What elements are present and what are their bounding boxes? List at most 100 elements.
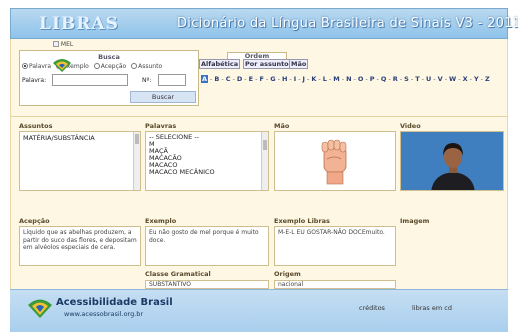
interpreter-video-frame <box>401 132 503 190</box>
alphabet-separator: - <box>232 75 235 83</box>
order-by-subject-button[interactable]: Por assunto <box>243 59 291 69</box>
alphabet-letter-r[interactable]: R <box>393 75 398 83</box>
palavras-header: Palavras <box>145 122 177 130</box>
origem-text: nacional <box>274 280 396 289</box>
video-header: Video <box>400 122 421 130</box>
order-title: Ordem <box>227 52 287 59</box>
alphabet-letter-m[interactable]: M <box>333 75 339 83</box>
classe-text: SUBSTANTIVO <box>145 280 269 289</box>
libras-em-cd-link[interactable]: libras em cd <box>412 304 452 312</box>
alphabet-separator: - <box>399 75 403 83</box>
palavra-input[interactable] <box>52 74 128 86</box>
palavras-scrollbar[interactable] <box>261 132 268 190</box>
alphabet-letter-j[interactable]: J <box>303 75 305 83</box>
acepcao-text: Líquido que as abelhas produzem, a parti… <box>19 226 141 266</box>
radio-assunto[interactable]: Assunto <box>131 63 162 70</box>
radio-acepcao[interactable]: Acepção <box>93 63 126 70</box>
search-panel-title: Busca <box>98 53 120 61</box>
main-panel: Busca Palavra Exemplo Acepção Assunto Pa… <box>10 39 508 289</box>
origem-header: Origem <box>274 270 301 278</box>
exemplo-text: Eu não gosto de mel porque é muito doce. <box>145 226 269 266</box>
order-by-hand-button[interactable]: Mão <box>289 59 309 69</box>
acepcao-header: Acepção <box>19 217 50 225</box>
assuntos-scrollbar[interactable] <box>133 132 140 190</box>
alphabet-separator: - <box>410 75 414 83</box>
exemplo-header: Exemplo <box>145 217 177 225</box>
numero-label: Nº: <box>142 77 152 84</box>
hand-shape-icon <box>321 139 347 185</box>
alphabet-letter-i[interactable]: I <box>294 75 296 83</box>
list-item[interactable]: MACACO MECÂNICO <box>146 169 268 176</box>
alphabet-letter-a[interactable]: A <box>201 75 209 83</box>
video-player[interactable] <box>400 131 504 191</box>
palavra-label: Palavra: <box>22 77 47 84</box>
alphabet-letter-o[interactable]: O <box>358 75 364 83</box>
alphabet-separator: - <box>255 75 258 83</box>
broken-image-icon <box>53 41 59 47</box>
alphabet-index: A-B-C-D-E-F-G-H-I-J-K-L-M-N-O-P-Q-R-S-T-… <box>201 75 492 83</box>
alphabet-separator: - <box>341 75 345 83</box>
alphabet-letter-g[interactable]: G <box>270 75 275 83</box>
alphabet-letter-z[interactable]: Z <box>485 75 490 83</box>
alphabet-letter-n[interactable]: N <box>346 75 351 83</box>
order-panel: Ordem Alfabética Por assunto Mão <box>199 52 311 72</box>
alphabet-separator: - <box>376 75 379 83</box>
exemplo-libras-header: Exemplo Libras <box>274 217 330 225</box>
palavras-list[interactable]: -- SELECIONE -- M MAÇÃ MACACÃO MACACO MA… <box>145 131 269 191</box>
exemplo-libras-text: M-E-L EU GOSTAR-NÃO DOCEmuito. <box>274 226 396 266</box>
alphabet-letter-h[interactable]: H <box>282 75 287 83</box>
footer-brand[interactable]: Acessibilidade Brasil <box>56 297 173 308</box>
creditos-link[interactable]: créditos <box>359 304 385 312</box>
alphabet-separator: - <box>306 75 310 83</box>
footer-url[interactable]: www.acessobrasil.org.br <box>64 310 143 318</box>
alphabet-separator: - <box>388 75 391 83</box>
classe-header: Classe Gramatical <box>145 270 211 278</box>
alphabet-letter-t[interactable]: T <box>415 75 419 83</box>
acessibilidade-brasil-logo-icon[interactable] <box>26 297 54 319</box>
alphabet-separator: - <box>298 75 301 83</box>
alphabet-letter-b[interactable]: B <box>214 75 219 83</box>
alphabet-letter-f[interactable]: F <box>259 75 263 83</box>
alphabet-separator: - <box>365 75 368 83</box>
alphabet-letter-s[interactable]: S <box>404 75 409 83</box>
alphabet-letter-x[interactable]: X <box>463 75 468 83</box>
hand-shape-panel <box>274 131 396 191</box>
search-panel: Busca Palavra Exemplo Acepção Assunto Pa… <box>19 50 199 106</box>
numero-input[interactable] <box>158 74 186 86</box>
alphabet-separator: - <box>265 75 269 83</box>
alphabet-separator: - <box>328 75 332 83</box>
assuntos-header: Assuntos <box>19 122 53 130</box>
alphabet-separator: - <box>444 75 448 83</box>
alphabet-separator: - <box>277 75 280 83</box>
app-title: Dicionário da Língua Brasileira de Sinai… <box>177 16 518 31</box>
alphabet-separator: - <box>318 75 321 83</box>
alphabet-letter-u[interactable]: U <box>426 75 431 83</box>
list-item[interactable]: -- SELECIONE -- <box>146 134 268 141</box>
alphabet-letter-q[interactable]: Q <box>381 75 387 83</box>
order-alphabetic-button[interactable]: Alfabética <box>199 59 241 69</box>
search-button[interactable]: Buscar <box>130 91 196 103</box>
app-logo: LIBRAS <box>39 14 119 34</box>
alphabet-letter-y[interactable]: Y <box>474 75 479 83</box>
imagem-header: Imagem <box>400 217 430 225</box>
alphabet-separator: - <box>244 75 247 83</box>
alphabet-letter-p[interactable]: P <box>370 75 375 83</box>
alphabet-separator: - <box>210 75 213 83</box>
alphabet-letter-c[interactable]: C <box>226 75 231 83</box>
alphabet-letter-d[interactable]: D <box>237 75 242 83</box>
alphabet-separator: - <box>353 75 356 83</box>
alphabet-separator: - <box>480 75 484 83</box>
alphabet-letter-e[interactable]: E <box>249 75 253 83</box>
alphabet-separator: - <box>289 75 292 83</box>
alphabet-letter-l[interactable]: L <box>323 75 327 83</box>
alphabet-letter-w[interactable]: W <box>449 75 456 83</box>
assunto-item[interactable]: MATÉRIA/SUBSTÂNCIA <box>23 134 137 142</box>
imagem-alt-text: MEL <box>60 41 74 48</box>
alphabet-letter-v[interactable]: V <box>438 75 443 83</box>
alphabet-separator: - <box>458 75 461 83</box>
search-type-radios: Palavra Exemplo Acepção Assunto <box>22 63 165 70</box>
radio-palavra[interactable]: Palavra <box>22 63 51 70</box>
divider <box>11 116 507 117</box>
alphabet-letter-k[interactable]: K <box>311 75 316 83</box>
assuntos-list[interactable]: MATÉRIA/SUBSTÂNCIA <box>19 131 141 191</box>
